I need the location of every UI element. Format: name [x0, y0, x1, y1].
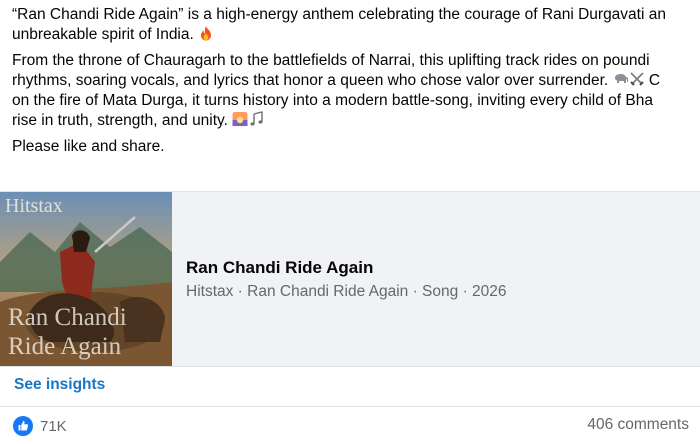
divider — [0, 406, 700, 407]
post-line: unbreakable spirit of India. — [12, 25, 700, 45]
song-subtitle: Hitstax · Ran Chandi Ride Again · Song ·… — [186, 283, 507, 300]
thumb-title-text: Ran Chandi — [8, 304, 127, 331]
elephant-emoji-icon — [614, 74, 628, 83]
see-insights-link[interactable]: See insights — [14, 376, 105, 394]
post-line-text: rhythms, soaring vocals, and lyrics that… — [12, 72, 609, 89]
comments-count-link[interactable]: 406 comments — [587, 416, 689, 434]
post-line: rhythms, soaring vocals, and lyrics that… — [12, 71, 700, 91]
post-line: From the throne of Chauragarh to the bat… — [12, 52, 650, 69]
song-artwork-image: Hitstax Ran Chandi Ride Again — [0, 192, 172, 366]
post-line: “Ran Chandi Ride Again” is a high-energy… — [12, 6, 666, 23]
song-title[interactable]: Ran Chandi Ride Again — [186, 258, 373, 278]
post-paragraph-1: “Ran Chandi Ride Again” is a high-energy… — [12, 5, 700, 45]
song-thumbnail[interactable]: Hitstax Ran Chandi Ride Again — [0, 192, 172, 366]
post-line-tail: C — [648, 72, 661, 89]
fire-emoji-icon — [201, 26, 212, 41]
post-line-text: rise in truth, strength, and unity. — [12, 112, 228, 129]
post-line-text: unbreakable spirit of India. — [12, 26, 194, 43]
crossed-swords-emoji-icon — [629, 72, 644, 86]
music-notes-emoji-icon — [250, 111, 263, 126]
post-text: “Ran Chandi Ride Again” is a high-energy… — [12, 5, 700, 163]
like-thumb-icon[interactable] — [13, 416, 33, 436]
thumb-brand-text: Hitstax — [5, 195, 63, 217]
like-count[interactable]: 71K — [40, 418, 67, 435]
post-line: rise in truth, strength, and unity. — [12, 111, 700, 131]
post-line: on the fire of Mata Durga, it turns hist… — [12, 92, 653, 109]
post-paragraph-2: From the throne of Chauragarh to the bat… — [12, 51, 700, 131]
thumb-title-text: Ride Again — [8, 333, 122, 360]
song-card[interactable]: Hitstax Ran Chandi Ride Again Ran Chandi… — [0, 191, 700, 367]
sunrise-emoji-icon — [232, 112, 248, 126]
post-paragraph-3: Please like and share. — [12, 138, 165, 155]
